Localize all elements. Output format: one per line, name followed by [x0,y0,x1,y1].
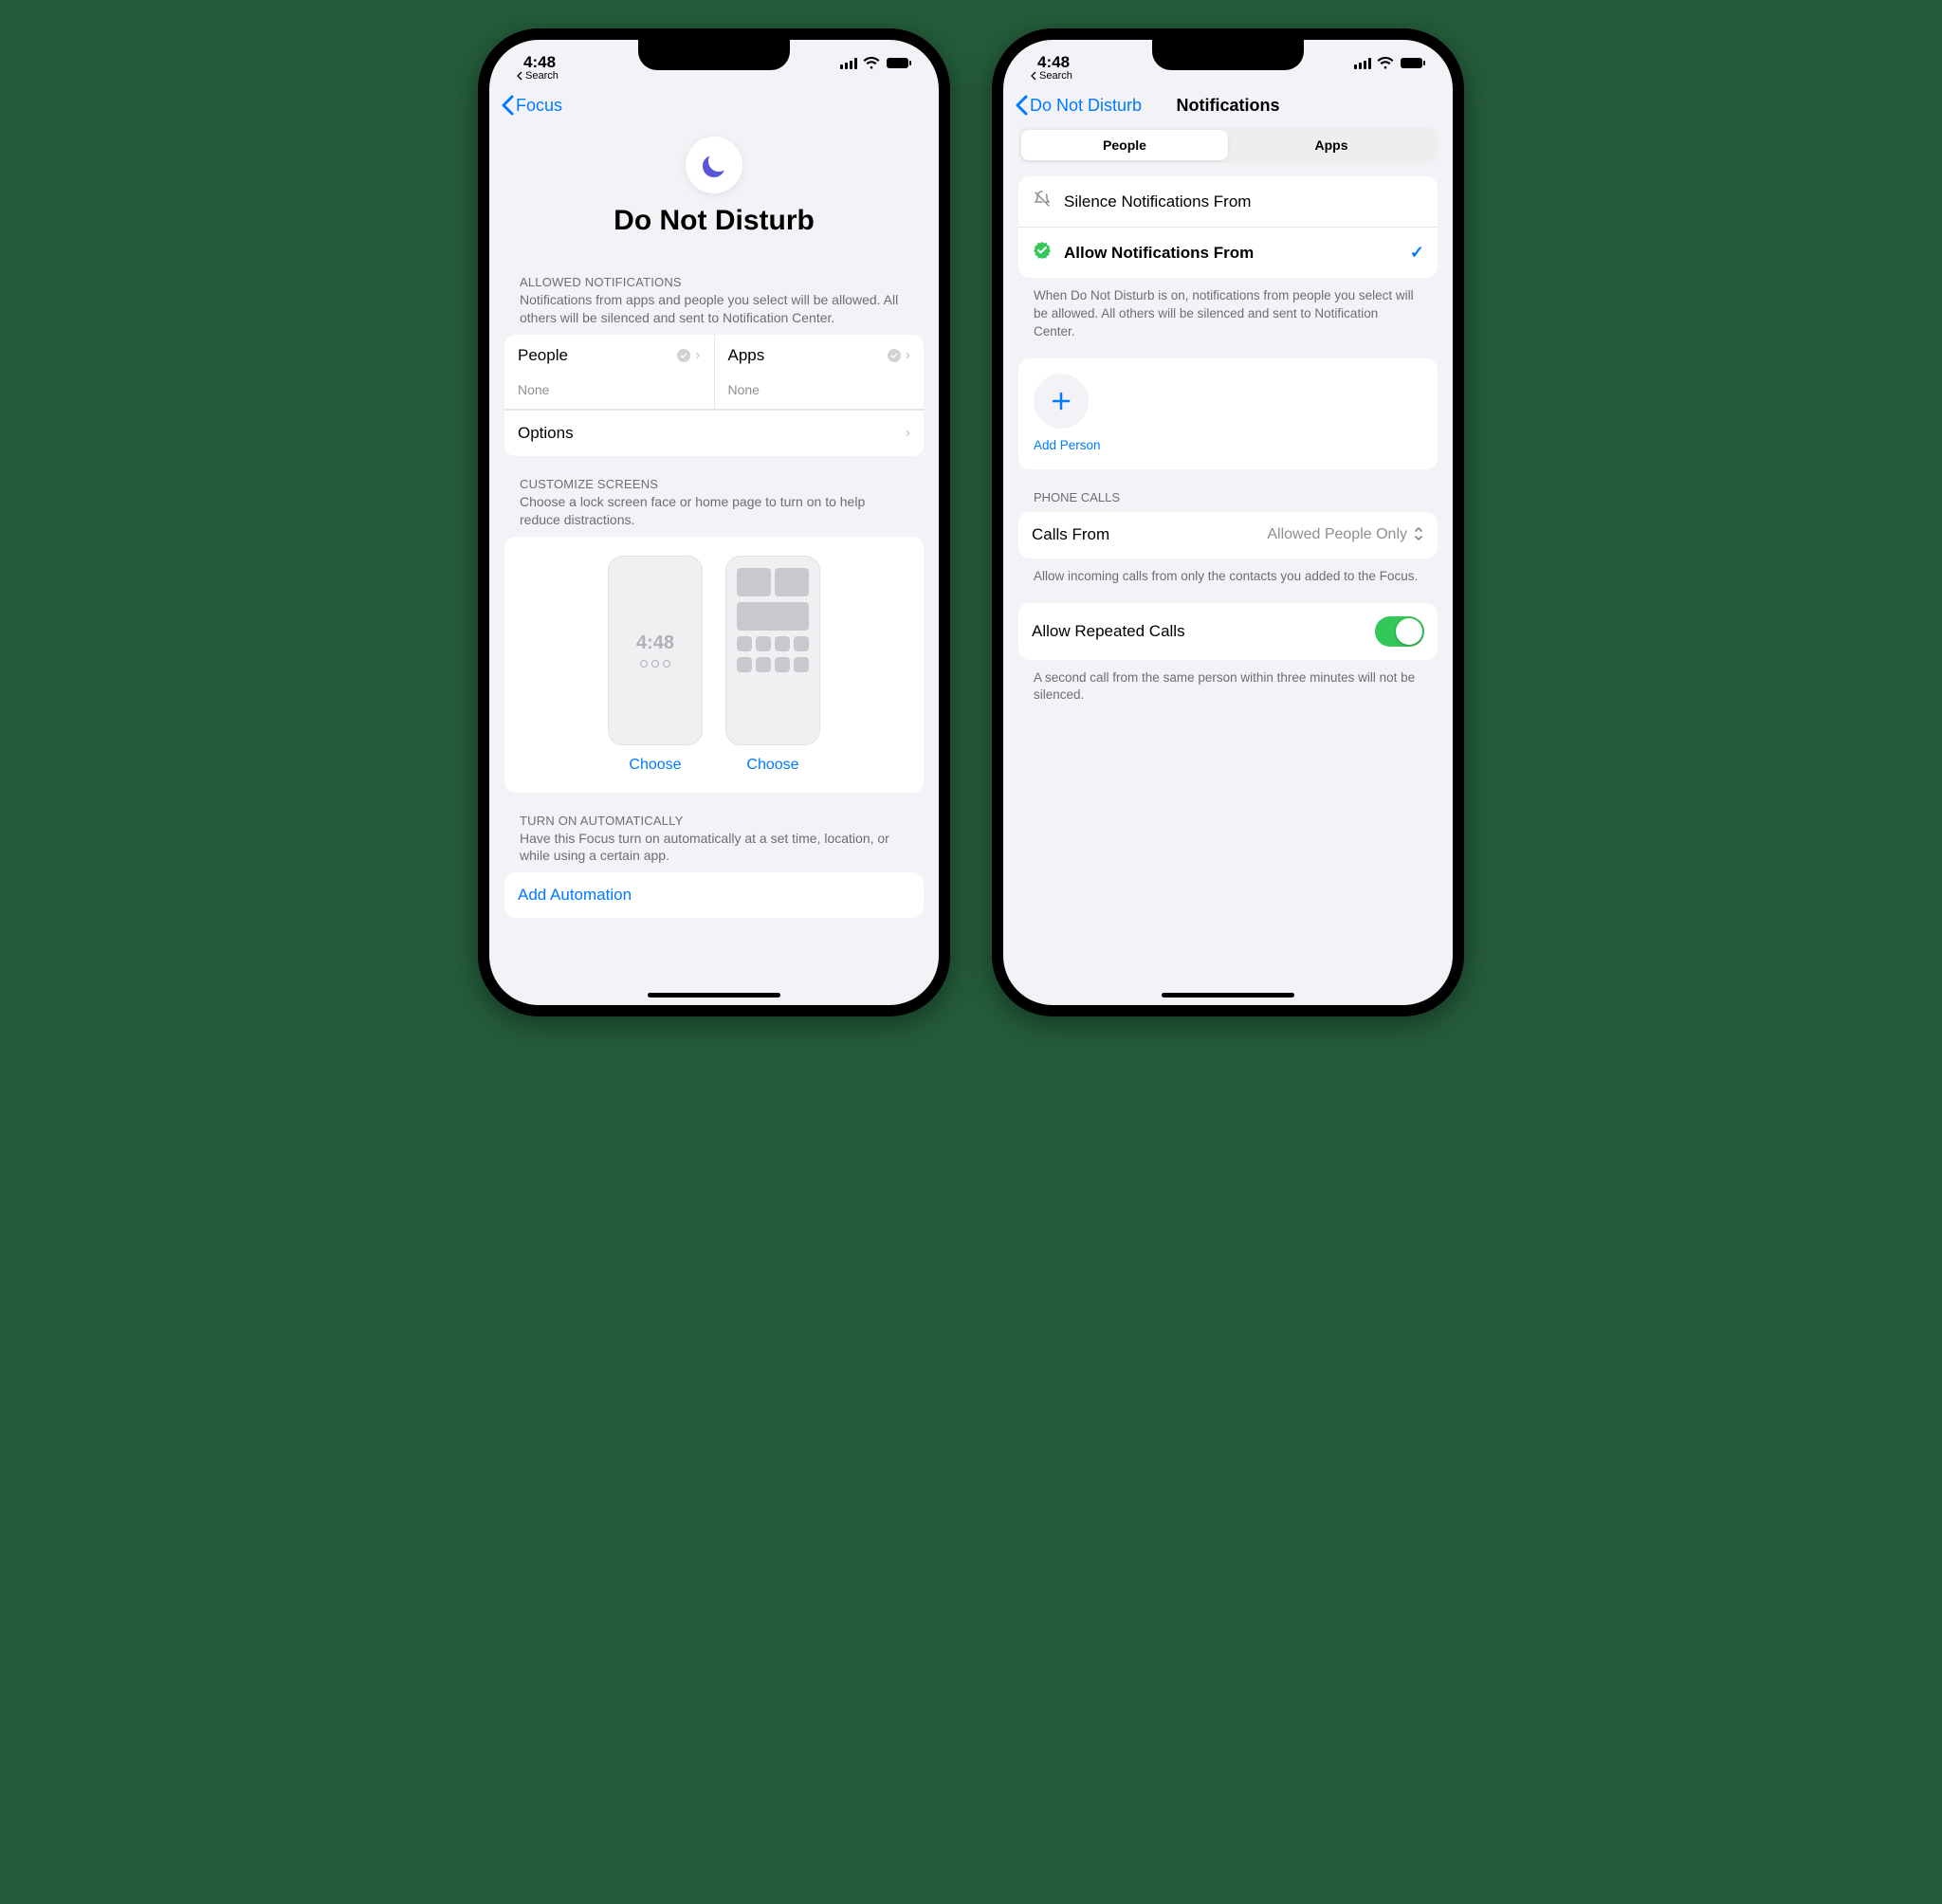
check-seal-icon [1032,241,1053,265]
customize-sub: Choose a lock screen face or home page t… [504,493,924,537]
back-search-label: Search [525,70,559,82]
wifi-icon [863,57,880,69]
phone-left: 4:48 Search Focus [478,28,950,1016]
page-title: Do Not Disturb [504,205,924,237]
allowed-sub: Notifications from apps and people you s… [504,291,924,335]
add-automation-row[interactable]: Add Automation [504,872,924,918]
options-row[interactable]: Options › [504,410,924,456]
choose-homescreen-button[interactable]: Choose [725,757,820,774]
status-time: 4:48 [516,53,556,72]
add-automation-label: Add Automation [518,886,632,905]
phone-calls-header: PHONE CALLS [1018,469,1438,512]
mini-dots-icon [640,660,670,668]
plus-icon [1050,390,1072,412]
calls-from-value: Allowed People Only [1267,526,1407,543]
repeated-calls-toggle[interactable] [1375,616,1424,647]
nav-back-label: Do Not Disturb [1030,96,1142,116]
phone-right: 4:48 Search Do Not Disturb [992,28,1464,1016]
home-indicator[interactable] [648,993,780,998]
home-screen-preview[interactable]: Choose [725,556,820,774]
screen-right: 4:48 Search Do Not Disturb [1003,40,1453,1005]
silence-allow-card: Silence Notifications From Allow Notific… [1018,176,1438,278]
apps-value: None [728,382,911,397]
chevron-icon: › [906,425,910,442]
people-value: None [518,382,701,397]
content-left[interactable]: Do Not Disturb ALLOWED NOTIFICATIONS Not… [489,123,939,1005]
calls-from-card: Calls From Allowed People Only [1018,512,1438,558]
repeated-calls-card: Allow Repeated Calls [1018,603,1438,660]
home-indicator[interactable] [1162,993,1294,998]
tab-apps[interactable]: Apps [1228,130,1435,160]
allowed-card: People › None Apps [504,335,924,456]
calls-from-row[interactable]: Calls From Allowed People Only [1018,512,1438,558]
automation-card: Add Automation [504,872,924,918]
moon-icon [686,137,742,193]
allow-row[interactable]: Allow Notifications From ✓ [1018,227,1438,278]
chevron-icon: › [695,347,700,364]
silence-label: Silence Notifications From [1064,192,1251,211]
repeated-footer: A second call from the same person withi… [1018,660,1438,705]
lock-screen-preview[interactable]: 4:48 Choose [608,556,703,774]
battery-icon [886,57,912,69]
apps-cell[interactable]: Apps › None [714,335,925,409]
allowed-header: ALLOWED NOTIFICATIONS [504,254,924,291]
add-person-card: Add Person [1018,358,1438,469]
nav-back-label: Focus [516,96,562,116]
add-person-button[interactable] [1034,374,1089,429]
notch [1152,40,1304,70]
nav-bar: Do Not Disturb Notifications [1003,89,1453,123]
allow-footer: When Do Not Disturb is on, notifications… [1018,278,1438,341]
notch [638,40,790,70]
apps-label: Apps [728,346,765,365]
mini-time-label: 4:48 [636,632,674,654]
repeated-label: Allow Repeated Calls [1032,622,1185,641]
content-right[interactable]: People Apps Silence Notifications From A… [1003,123,1453,1005]
chevron-icon: › [906,347,910,364]
choose-lockscreen-button[interactable]: Choose [608,757,703,774]
add-person-label: Add Person [1034,438,1422,452]
segmented-control: People Apps [1018,127,1438,163]
verified-icon [887,348,902,363]
repeated-calls-row: Allow Repeated Calls [1018,603,1438,660]
customize-card: 4:48 Choose [504,537,924,793]
nav-back-button[interactable]: Do Not Disturb [1015,95,1142,116]
people-cell[interactable]: People › None [504,335,714,409]
cellular-icon [840,58,857,69]
tab-people[interactable]: People [1021,130,1228,160]
verified-icon [676,348,691,363]
back-search-label: Search [1039,70,1072,82]
people-label: People [518,346,568,365]
back-to-search-link[interactable]: Search [1030,70,1072,82]
updown-icon [1413,525,1424,545]
auto-sub: Have this Focus turn on automatically at… [504,830,924,873]
options-label: Options [518,424,574,443]
customize-header: CUSTOMIZE SCREENS [504,456,924,493]
status-time: 4:48 [1030,53,1070,72]
hero: Do Not Disturb [504,123,924,254]
allow-label: Allow Notifications From [1064,244,1254,263]
nav-bar: Focus [489,89,939,123]
wifi-icon [1377,57,1394,69]
screen-left: 4:48 Search Focus [489,40,939,1005]
calls-footer: Allow incoming calls from only the conta… [1018,558,1438,586]
calls-from-label: Calls From [1032,525,1109,544]
checkmark-icon: ✓ [1410,243,1424,263]
silence-row[interactable]: Silence Notifications From [1018,176,1438,227]
bell-slash-icon [1032,190,1053,213]
back-to-search-link[interactable]: Search [516,70,559,82]
battery-icon [1400,57,1426,69]
nav-back-button[interactable]: Focus [501,95,562,116]
auto-header: TURN ON AUTOMATICALLY [504,793,924,830]
cellular-icon [1354,58,1371,69]
